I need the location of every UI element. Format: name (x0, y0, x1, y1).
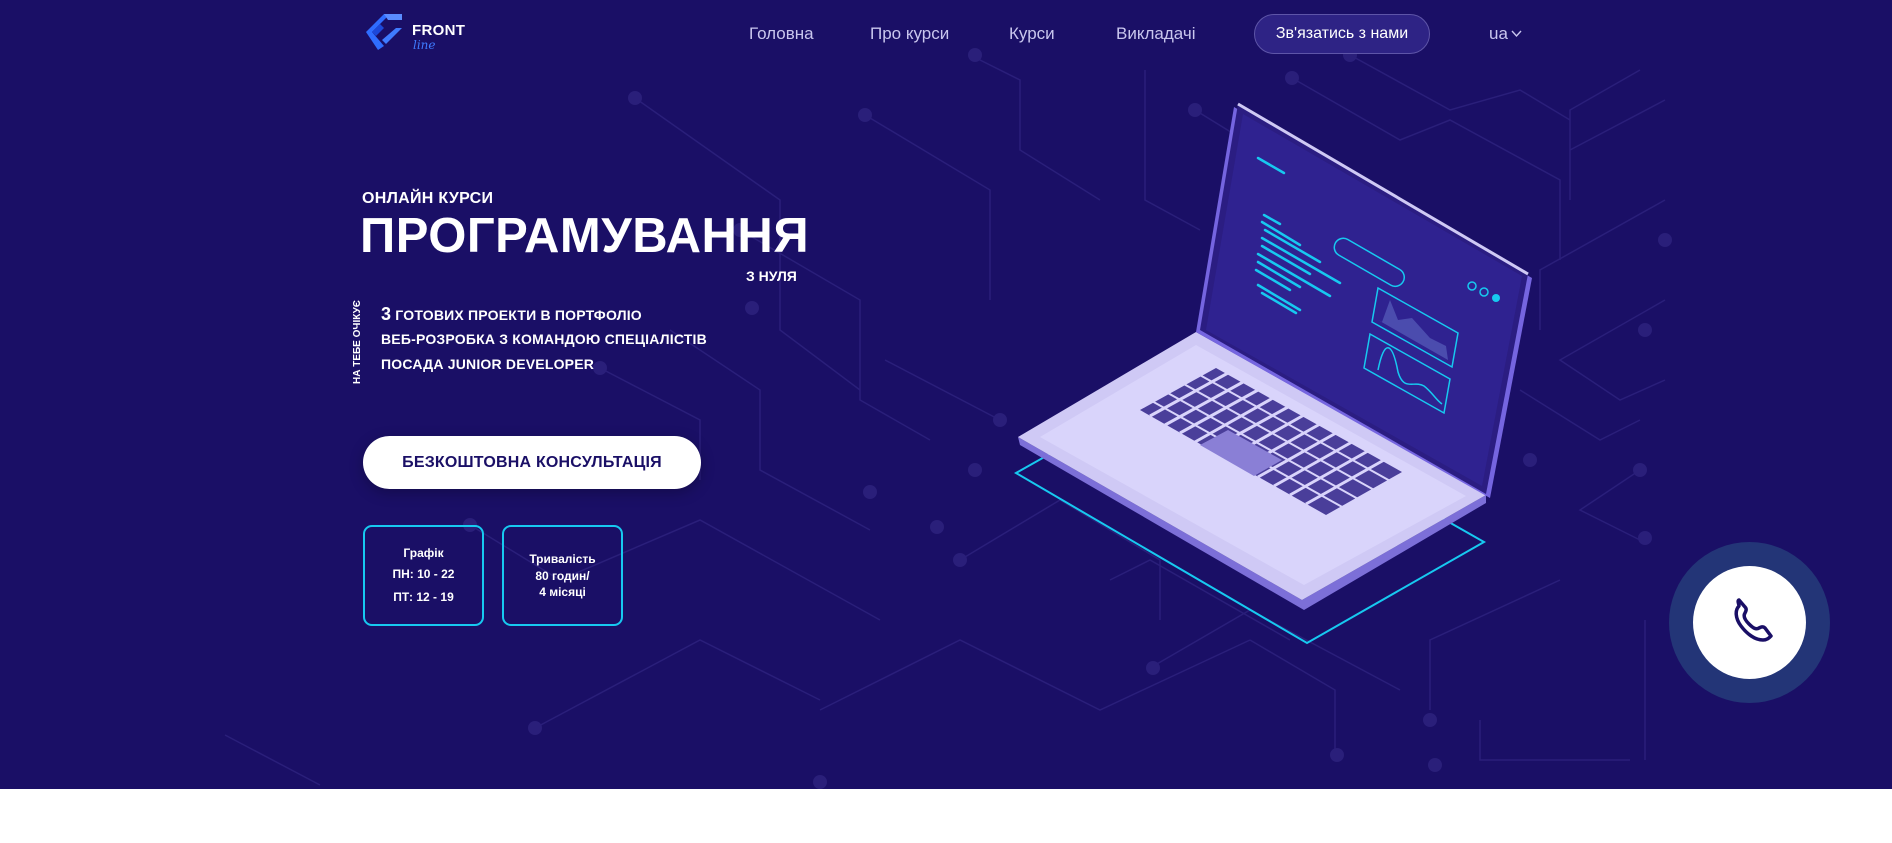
nav-item-home[interactable]: Головна (749, 24, 814, 44)
duration-title: Тривалість (529, 551, 596, 566)
call-button-inner (1693, 566, 1806, 679)
nav-item-teachers[interactable]: Викладачі (1116, 24, 1195, 44)
features-list: 3 ГОТОВИХ ПРОЕКТИ В ПОРТФОЛІО ВЕБ-РОЗРОБ… (381, 304, 707, 379)
language-selector[interactable]: ua (1489, 24, 1522, 44)
language-label: ua (1489, 24, 1508, 43)
schedule-line: ПН: 10 - 22 (392, 566, 455, 581)
feature-item: 3 ГОТОВИХ ПРОЕКТИ В ПОРТФОЛІО (381, 304, 707, 329)
schedule-card: Графік ПН: 10 - 22 ПТ: 12 - 19 (363, 525, 484, 626)
logo-name: FRONT (412, 22, 466, 39)
schedule-line: ПТ: 12 - 19 (393, 589, 454, 604)
contact-button[interactable]: Зв'язатись з нами (1254, 14, 1430, 54)
side-label: НА ТЕБЕ ОЧІКУЄ (352, 300, 364, 384)
nav-item-courses[interactable]: Курси (1009, 24, 1055, 44)
feature-item: ПОСАДА JUNIOR DEVELOPER (381, 356, 595, 372)
call-button[interactable] (1669, 542, 1830, 703)
laptop-illustration (1013, 102, 1532, 645)
hero-title-suffix: З НУЛЯ (746, 268, 797, 284)
feature-item: ВЕБ-РОЗРОБКА З КОМАНДОЮ СПЕЦІАЛІСТІВ (381, 331, 707, 347)
phone-icon (1734, 598, 1773, 642)
side-label-text: НА ТЕБЕ ОЧІКУЄ (352, 300, 363, 384)
feature-number: 3 (381, 304, 392, 324)
hero-section: FRONT line Головна Про курси Курси Викла… (0, 0, 1892, 789)
nav-item-about[interactable]: Про курси (870, 24, 949, 44)
chevron-down-icon (1511, 30, 1522, 38)
feature-text: ГОТОВИХ ПРОЕКТИ В ПОРТФОЛІО (391, 307, 642, 323)
logo[interactable]: FRONT line (362, 10, 466, 52)
frontline-logo-icon (366, 14, 402, 50)
free-consultation-button[interactable]: БЕЗКОШТОВНА КОНСУЛЬТАЦІЯ (363, 436, 701, 489)
hero-subtitle: ОНЛАЙН КУРСИ (362, 190, 494, 207)
schedule-title: Графік (403, 545, 444, 560)
site-header: FRONT line Головна Про курси Курси Викла… (0, 0, 1892, 68)
duration-line: 4 місяці (539, 584, 586, 599)
logo-sub: line (413, 38, 436, 52)
duration-line: 80 годин/ (535, 568, 590, 583)
duration-card: Тривалість 80 годин/ 4 місяці (502, 525, 623, 626)
hero-title: ПРОГРАМУВАННЯ (360, 209, 810, 263)
circuit-background (224, 48, 1672, 789)
